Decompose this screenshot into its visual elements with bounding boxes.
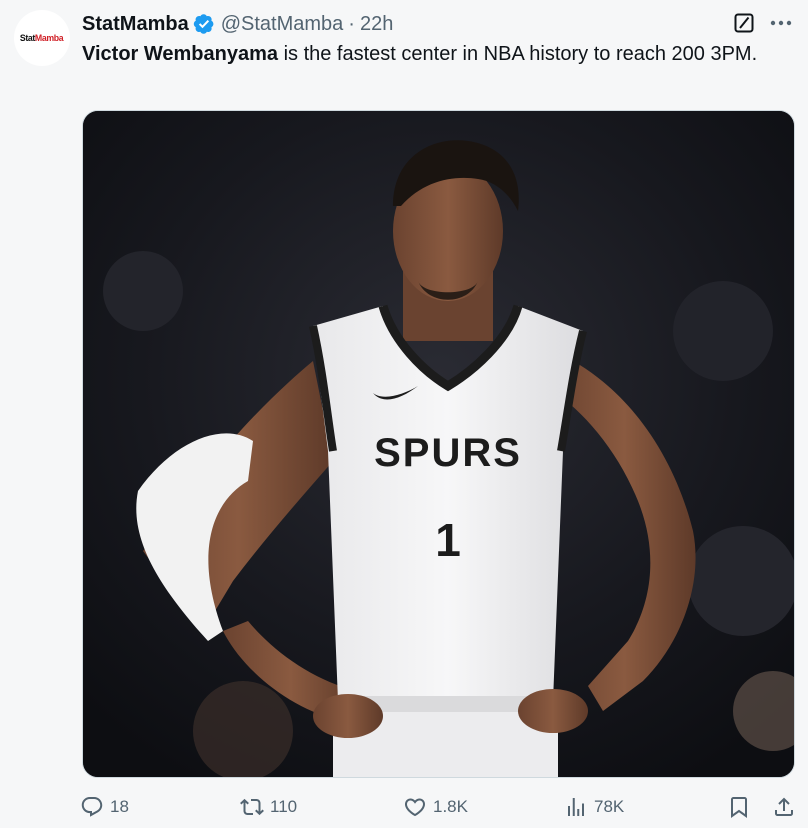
action-bar: 18 110 1.8K 78K [0, 792, 808, 822]
tweet: StatMamba StatMamba @StatMamba · 22h Vic… [0, 0, 808, 828]
like-count: 1.8K [433, 797, 468, 816]
tweet-header: StatMamba @StatMamba · 22h [82, 11, 393, 37]
jersey-number: 1 [435, 514, 461, 566]
avatar[interactable]: StatMamba [14, 10, 70, 66]
reply-count: 18 [110, 797, 129, 816]
player-name[interactable]: Victor Wembanyama [82, 43, 278, 65]
views-icon [568, 798, 584, 816]
reply-icon [81, 797, 103, 817]
author-handle[interactable]: @StatMamba [221, 13, 344, 36]
tweet-time[interactable]: 22h [360, 13, 393, 36]
separator-dot: · [348, 12, 355, 35]
more-icon[interactable] [768, 13, 794, 33]
author-name[interactable]: StatMamba [82, 13, 189, 36]
reply-button[interactable]: 18 [80, 792, 129, 822]
bookmark-button[interactable] [727, 792, 751, 822]
tweet-photo[interactable]: SPURS 1 [82, 110, 795, 778]
bookmark-icon [731, 797, 747, 818]
player-photo-illustration: SPURS 1 [83, 111, 794, 777]
views-button[interactable]: 78K [564, 792, 624, 822]
retweet-button[interactable]: 110 [240, 792, 297, 822]
tweet-text: Victor Wembanyama is the fastest center … [82, 40, 772, 68]
share-button[interactable] [772, 792, 796, 822]
heart-icon [404, 798, 426, 817]
retweet-count: 110 [270, 797, 298, 816]
statmamba-logo: StatMamba [20, 32, 64, 44]
retweet-icon [240, 798, 264, 816]
views-count: 78K [594, 797, 625, 816]
share-icon [775, 797, 793, 816]
jersey-text: SPURS [374, 431, 522, 475]
grok-icon[interactable] [734, 13, 754, 33]
like-button[interactable]: 1.8K [403, 792, 468, 822]
tweet-body: is the fastest center in NBA history to … [278, 43, 758, 65]
verified-badge-icon[interactable] [193, 13, 215, 35]
